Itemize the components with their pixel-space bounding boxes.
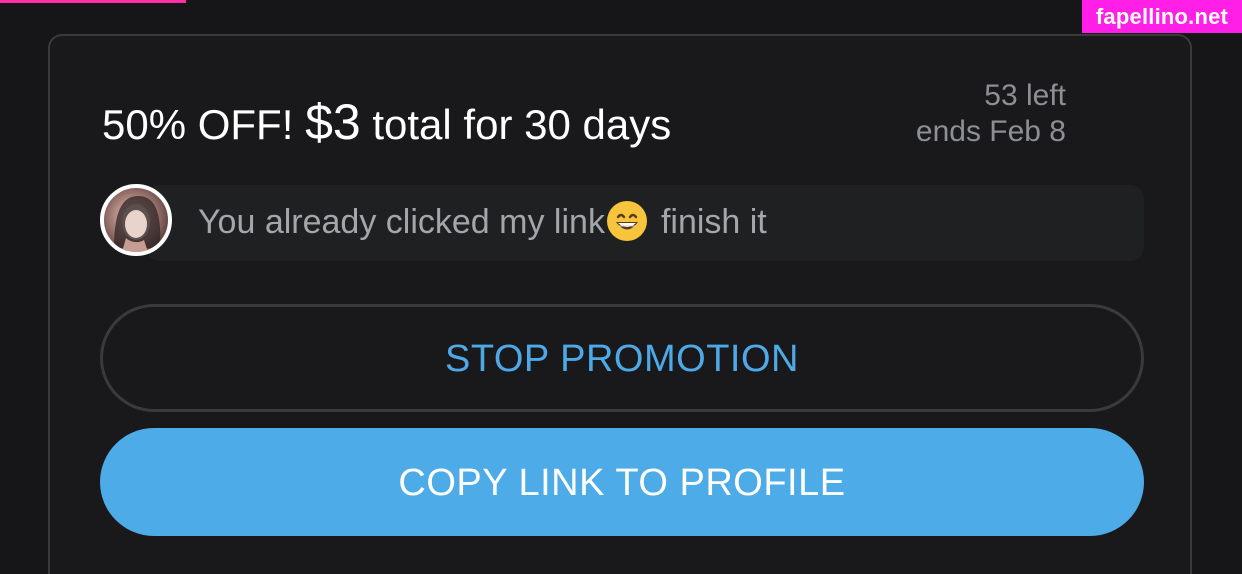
end-date: ends Feb 8: [915, 115, 1066, 148]
grinning-face-emoji-icon: [606, 201, 647, 241]
offer-discount: 50% OFF!: [102, 101, 294, 148]
avatar-photo: [114, 196, 161, 252]
offer-meta: 53 left ends Feb 8: [916, 78, 1066, 150]
avatar[interactable]: [100, 184, 172, 256]
remaining-count: 53 left: [984, 79, 1066, 112]
offer-price: $3: [305, 94, 361, 150]
offer-duration: total for 30 days: [372, 101, 672, 148]
watermark: fapellino.net: [1082, 0, 1242, 33]
offer-title: 50% OFF! $3 total for 30 days: [102, 92, 671, 155]
promotion-card: 50% OFF! $3 total for 30 days 53 left en…: [48, 34, 1192, 574]
message-text-end: finish it: [660, 203, 767, 241]
stop-promotion-button[interactable]: STOP PROMOTION: [100, 304, 1144, 412]
message-text-start: You already clicked my link: [198, 203, 605, 241]
copy-link-to-profile-button[interactable]: COPY LINK TO PROFILE: [100, 428, 1144, 536]
promo-message-row: You already clicked my link finish it: [100, 183, 1144, 261]
promo-message: You already clicked my link finish it: [198, 201, 767, 243]
top-accent-bar: [0, 0, 186, 3]
